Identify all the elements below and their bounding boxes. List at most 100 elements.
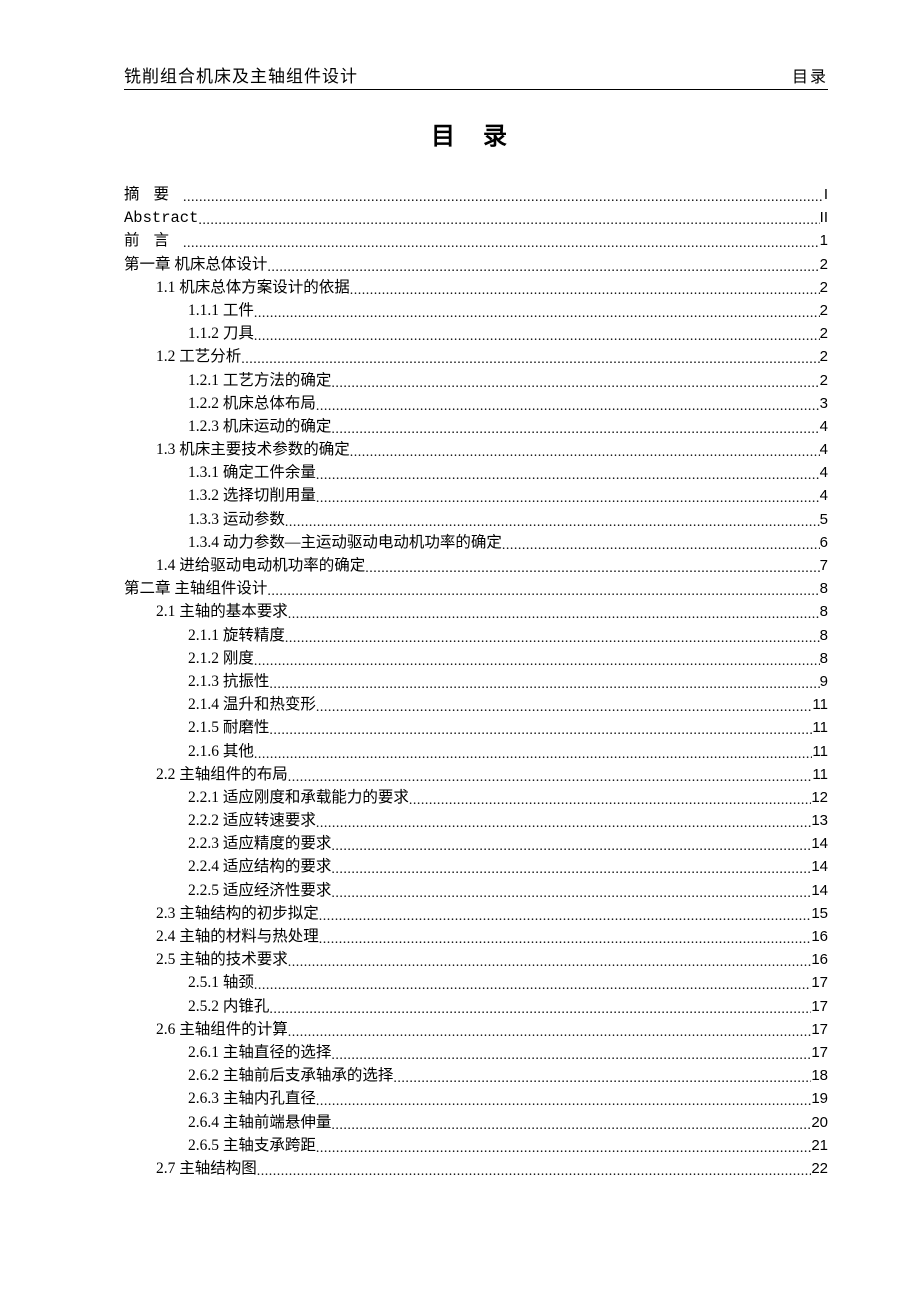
toc-page: 11 (812, 693, 828, 716)
toc-page: 4 (820, 484, 828, 507)
toc-label: 2.6 主轴组件的计算 (156, 1018, 288, 1041)
toc-leader (331, 835, 811, 858)
toc-entry[interactable]: 1.3.2 选择切削用量4 (124, 484, 828, 507)
toc-label: 1.3.4 动力参数—主运动驱动电动机功率的确定 (188, 531, 502, 554)
toc-label: 2.5.1 轴颈 (188, 971, 254, 994)
toc-label: 2.6.4 主轴前端悬伸量 (188, 1111, 331, 1134)
toc-label: 1.3 机床主要技术参数的确定 (156, 438, 350, 461)
toc-entry[interactable]: 2.2.2 适应转速要求13 (124, 809, 828, 832)
toc-leader (393, 1067, 811, 1090)
toc-entry[interactable]: 1.1 机床总体方案设计的依据2 (124, 276, 828, 299)
toc-entry[interactable]: 1.2 工艺分析2 (124, 345, 828, 368)
toc-entry[interactable]: 2.7 主轴结构图 22 (124, 1157, 828, 1180)
toc-leader (350, 279, 820, 302)
toc-label: 1.1.1 工件 (188, 299, 254, 322)
toc-leader (288, 1021, 812, 1044)
page-title: 目录 (124, 116, 828, 151)
toc-page: 8 (820, 577, 828, 600)
toc-page: 18 (811, 1064, 828, 1087)
toc-entry[interactable]: 2.1.2 刚度 8 (124, 647, 828, 670)
toc-label: 2.1.5 耐磨性 (188, 716, 269, 739)
toc-entry[interactable]: 2.6.1 主轴直径的选择 17 (124, 1041, 828, 1064)
toc-entry[interactable]: 2.3 主轴结构的初步拟定15 (124, 902, 828, 925)
toc-entry[interactable]: 2.2.4 适应结构的要求14 (124, 855, 828, 878)
toc-page: 22 (811, 1157, 828, 1180)
toc-page: 19 (811, 1087, 828, 1110)
toc-entry[interactable]: 1.2.3 机床运动的确定4 (124, 415, 828, 438)
toc-entry[interactable]: 2.1.1 旋转精度8 (124, 624, 828, 647)
toc-label: 2.1.2 刚度 (188, 647, 254, 670)
toc-entry[interactable]: 2.6 主轴组件的计算 17 (124, 1018, 828, 1041)
toc-page: 12 (811, 786, 828, 809)
toc-entry[interactable]: 2.5.2 内锥孔17 (124, 995, 828, 1018)
toc-entry[interactable]: 2.2.1 适应刚度和承载能力的要求12 (124, 786, 828, 809)
toc-leader (316, 1090, 811, 1113)
toc-page: 13 (811, 809, 828, 832)
toc-page: 8 (820, 600, 828, 623)
toc-label: 2.7 主轴结构图 (156, 1157, 257, 1180)
toc-label: 2.6.3 主轴内孔直径 (188, 1087, 316, 1110)
toc-leader (319, 928, 812, 951)
toc-entry[interactable]: 1.3.3 运动参数5 (124, 508, 828, 531)
toc-label: 2.1.1 旋转精度 (188, 624, 285, 647)
toc-label: 1.3.3 运动参数 (188, 508, 285, 531)
toc-entry[interactable]: 2.2 主轴组件的布局11 (124, 763, 828, 786)
toc-page: 17 (811, 1041, 828, 1064)
toc-entry[interactable]: 1.1.2 刀具2 (124, 322, 828, 345)
toc-leader (331, 372, 819, 395)
toc-leader (254, 974, 811, 997)
toc-entry[interactable]: 1.1.1 工件2 (124, 299, 828, 322)
toc-entry[interactable]: 2.2.3 适应精度的要求14 (124, 832, 828, 855)
toc-entry[interactable]: 2.1.6 其他11 (124, 740, 828, 763)
toc-entry[interactable]: 前言1 (124, 229, 828, 252)
toc-label: 1.2.2 机床总体布局 (188, 392, 316, 415)
toc-entry[interactable]: 1.2.1 工艺方法的确定 2 (124, 369, 828, 392)
toc-entry[interactable]: 2.4 主轴的材料与热处理16 (124, 925, 828, 948)
toc-leader (350, 441, 820, 464)
toc-entry[interactable]: 2.5 主轴的技术要求16 (124, 948, 828, 971)
toc-leader (269, 998, 811, 1021)
toc-entry[interactable]: 2.1.3 抗振性9 (124, 670, 828, 693)
toc-leader (288, 766, 813, 789)
toc-page: 14 (811, 832, 828, 855)
toc-entry[interactable]: AbstractII (124, 206, 828, 229)
toc-entry[interactable]: 1.4 进给驱动电动机功率的确定7 (124, 554, 828, 577)
toc-entry[interactable]: 第一章 机床总体设计2 (124, 253, 828, 276)
toc-entry[interactable]: 2.1 主轴的基本要求8 (124, 600, 828, 623)
toc-page: 17 (811, 971, 828, 994)
toc-label: 1.2 工艺分析 (156, 345, 241, 368)
toc-leader (183, 186, 824, 209)
toc-leader (267, 580, 819, 603)
toc-leader (183, 232, 820, 255)
toc-label: 2.6.1 主轴直径的选择 (188, 1041, 331, 1064)
toc-entry[interactable]: 2.6.5 主轴支承跨距21 (124, 1134, 828, 1157)
toc-label: 2.2.5 适应经济性要求 (188, 879, 331, 902)
toc-entry[interactable]: 2.6.4 主轴前端悬伸量20 (124, 1111, 828, 1134)
toc-entry[interactable]: 1.3.4 动力参数—主运动驱动电动机功率的确定6 (124, 531, 828, 554)
toc-entry[interactable]: 2.5.1 轴颈 17 (124, 971, 828, 994)
toc-page: 3 (820, 392, 828, 415)
toc-page: 16 (811, 948, 828, 971)
toc-leader (285, 627, 820, 650)
header-right: 目录 (792, 63, 828, 87)
toc-entry[interactable]: 1.2.2 机床总体布局 3 (124, 392, 828, 415)
toc-entry[interactable]: 2.6.2 主轴前后支承轴承的选择18 (124, 1064, 828, 1087)
toc-entry[interactable]: 1.3.1 确定工件余量4 (124, 461, 828, 484)
toc-label: Abstract (124, 207, 198, 230)
toc-entry[interactable]: 2.6.3 主轴内孔直径 19 (124, 1087, 828, 1110)
toc-entry[interactable]: 第二章 主轴组件设计8 (124, 577, 828, 600)
toc-entry[interactable]: 2.1.4 温升和热变形11 (124, 693, 828, 716)
toc-leader (254, 743, 813, 766)
toc-entry[interactable]: 2.1.5 耐磨性11 (124, 716, 828, 739)
toc-leader (288, 951, 812, 974)
toc-page: 17 (811, 1018, 828, 1041)
toc-page: 8 (820, 647, 828, 670)
toc-entry[interactable]: 摘要I (124, 183, 828, 206)
toc-entry[interactable]: 1.3 机床主要技术参数的确定4 (124, 438, 828, 461)
toc-page: 2 (820, 369, 828, 392)
toc-entry[interactable]: 2.2.5 适应经济性要求14 (124, 879, 828, 902)
toc-label: 1.2.1 工艺方法的确定 (188, 369, 331, 392)
toc-page: 2 (820, 253, 828, 276)
toc-label: 1.1.2 刀具 (188, 322, 254, 345)
toc-leader (316, 696, 813, 719)
